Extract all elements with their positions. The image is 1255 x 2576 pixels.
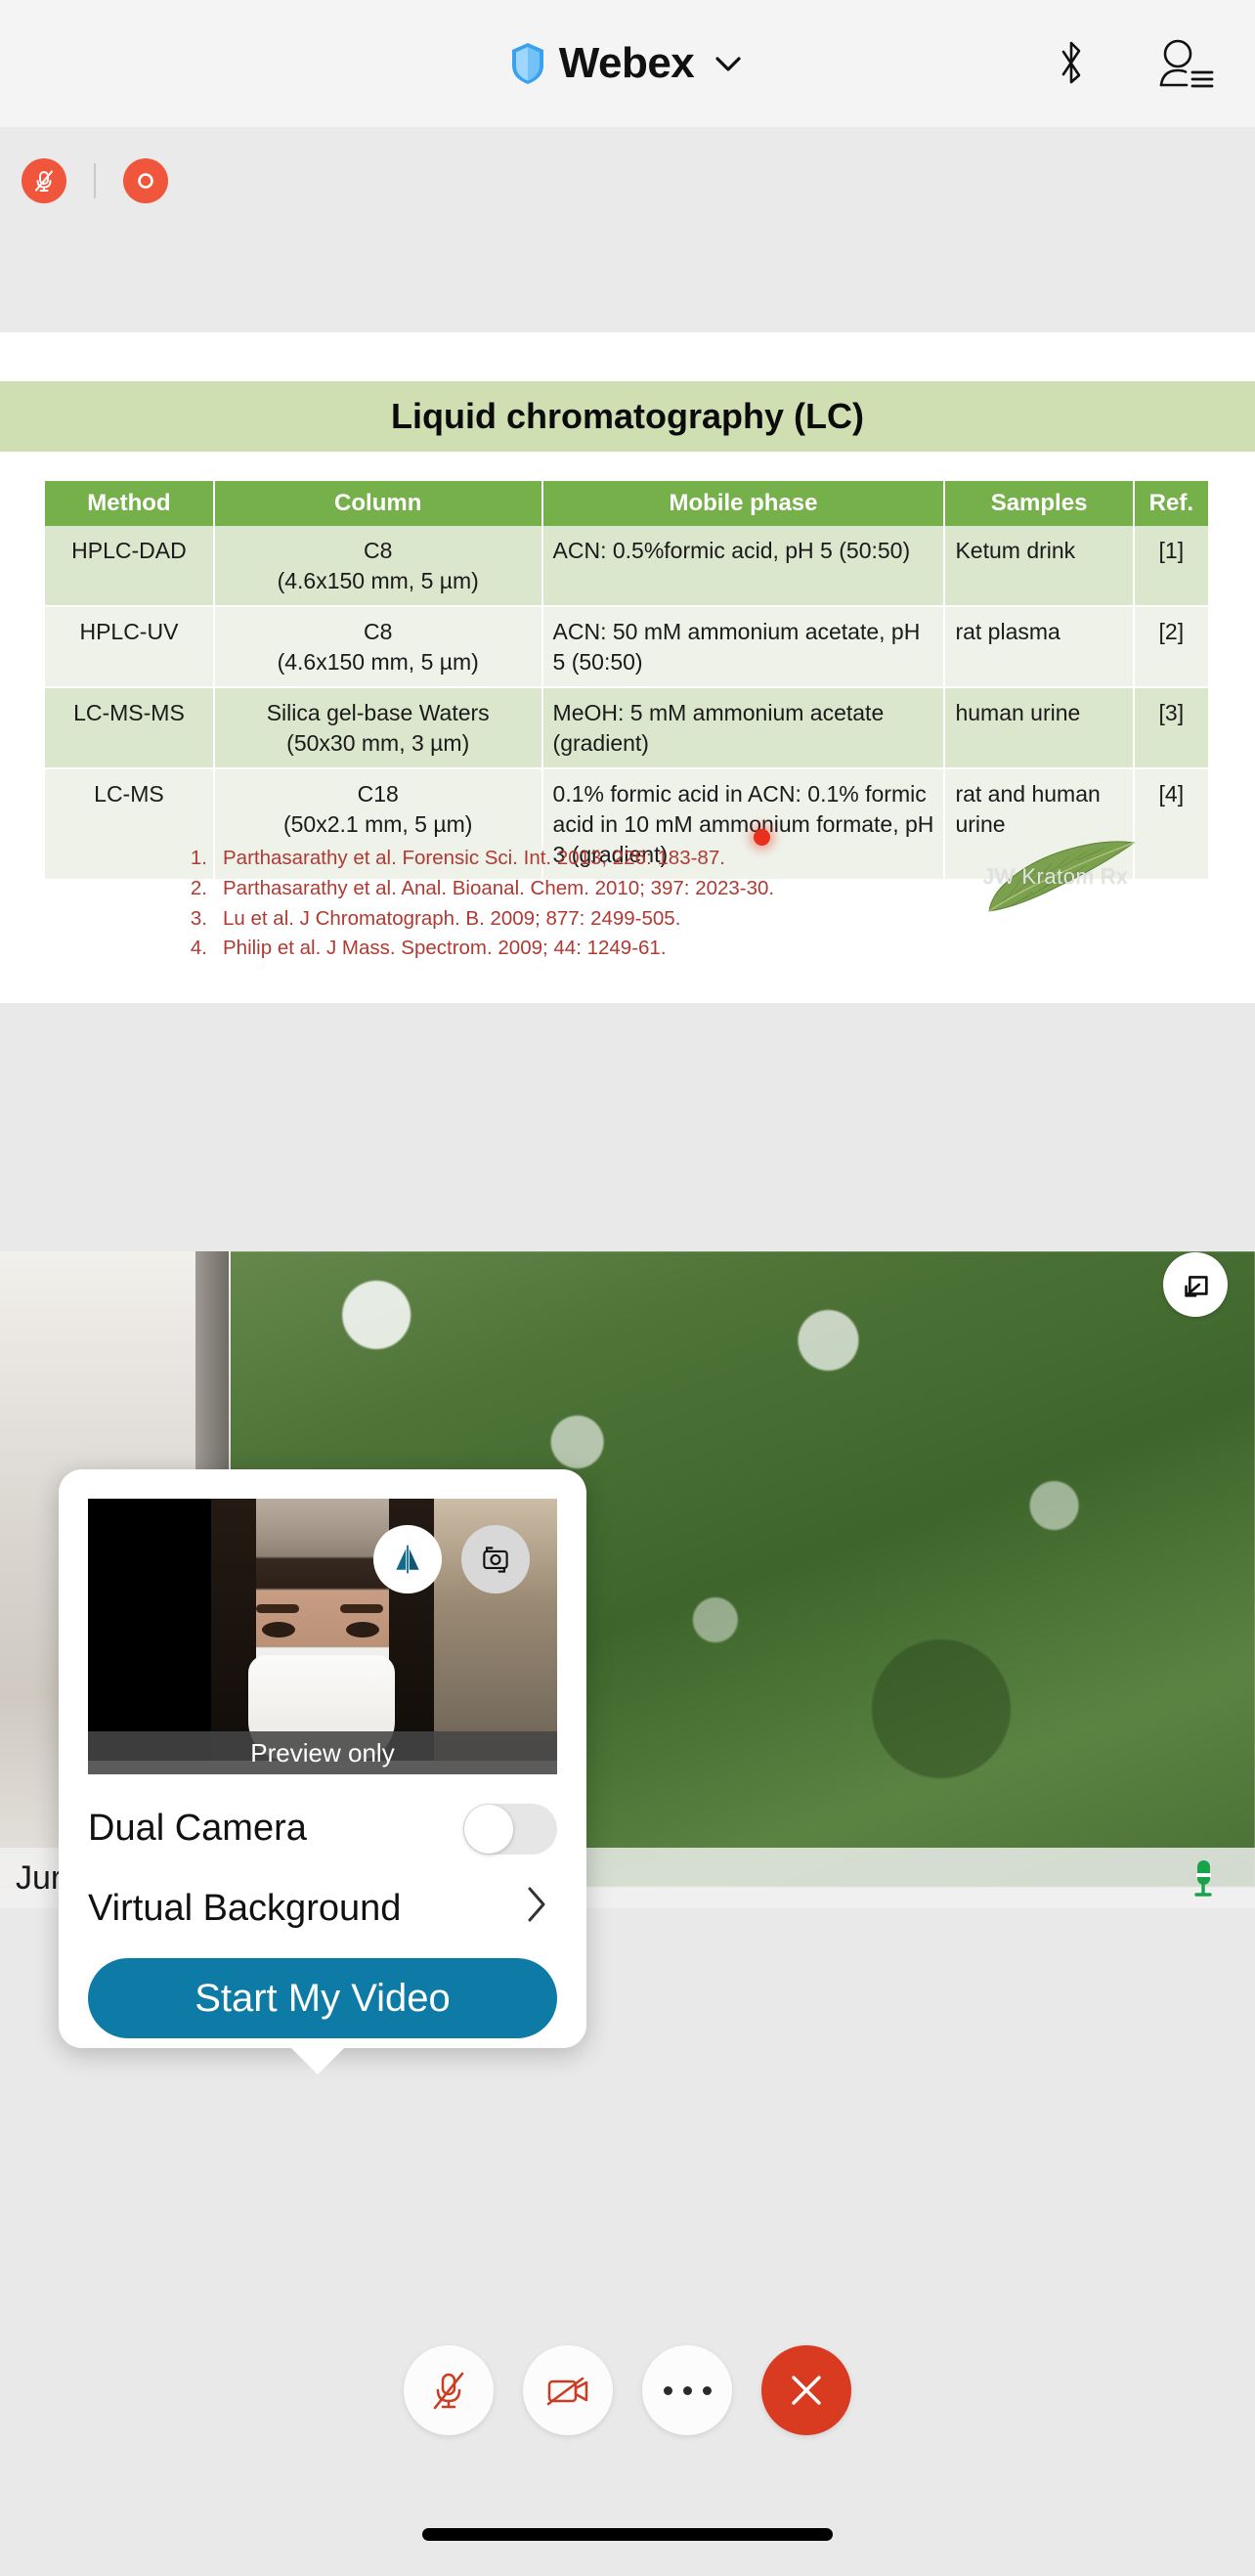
microphone-active-icon	[1189, 1857, 1218, 1905]
col-header-samples: Samples	[944, 481, 1135, 526]
list-item: 2. Parthasarathy et al. Anal. Bioanal. C…	[184, 874, 829, 904]
participants-icon[interactable]	[1155, 38, 1216, 89]
kratom-leaf-logo: JW Kratom Rx	[977, 839, 1144, 915]
cell-ref: [2]	[1133, 606, 1208, 689]
list-item: 4. Philip et al. J Mass. Spectrom. 2009;…	[184, 934, 829, 964]
col-header-column: Column	[213, 481, 543, 526]
lc-methods-table: Method Column Mobile phase Samples Ref. …	[45, 481, 1208, 882]
switch-camera-icon[interactable]	[461, 1525, 530, 1594]
bluetooth-icon[interactable]	[1052, 35, 1091, 92]
top-bar: Webex	[0, 0, 1255, 127]
col-header-mobile-phase: Mobile phase	[541, 481, 946, 526]
reference-number: 1.	[190, 847, 207, 869]
preview-eye-right	[346, 1622, 379, 1637]
table-row: HPLC-UV C8 (4.6x150 mm, 5 µm) ACN: 50 mM…	[45, 606, 1208, 689]
cell-column: C8 (4.6x150 mm, 5 µm)	[213, 526, 543, 608]
mic-button[interactable]	[404, 2345, 494, 2435]
home-indicator[interactable]	[422, 2528, 833, 2541]
dual-camera-label: Dual Camera	[88, 1807, 307, 1849]
app-screen: Webex Liquid chromatography (LC) Method …	[0, 0, 1255, 2576]
cell-samples: human urine	[944, 687, 1135, 770]
cell-ref: [3]	[1133, 687, 1208, 770]
flip-camera-horizontal-icon[interactable]	[373, 1525, 442, 1594]
chevron-down-icon[interactable]	[712, 47, 745, 80]
dot	[702, 2385, 712, 2395]
preview-only-label: Preview only	[88, 1731, 557, 1774]
shared-slide: Liquid chromatography (LC) Method Column…	[0, 332, 1255, 1003]
reference-number: 2.	[190, 876, 207, 899]
slide-title: Liquid chromatography (LC)	[391, 396, 864, 436]
badge-divider	[94, 163, 96, 198]
table-row: LC-MS-MS Silica gel-base Waters (50x30 m…	[45, 687, 1208, 770]
cell-mobile-phase: MeOH: 5 mM ammonium acetate (gradient)	[541, 687, 946, 770]
table-header-row: Method Column Mobile phase Samples Ref.	[45, 481, 1208, 526]
virtual-background-label: Virtual Background	[88, 1887, 402, 1929]
col-header-ref: Ref.	[1133, 481, 1208, 526]
dual-camera-row[interactable]: Dual Camera	[88, 1786, 557, 1870]
col-header-method: Method	[45, 481, 215, 526]
recording-badge[interactable]	[123, 158, 168, 203]
cell-samples: rat plasma	[944, 606, 1135, 689]
leave-button[interactable]	[761, 2345, 851, 2435]
references-list: 1. Parthasarathy et al. Forensic Sci. In…	[184, 844, 829, 964]
video-options-popup: Preview only Dual Camera Virtual Backgro…	[59, 1469, 586, 2048]
list-item: 3. Lu et al. J Chromatograph. B. 2009; 8…	[184, 904, 829, 935]
cell-mobile-phase: ACN: 50 mM ammonium acetate, pH 5 (50:50…	[541, 606, 946, 689]
more-button[interactable]	[642, 2345, 732, 2435]
camera-preview	[88, 1499, 557, 1761]
cell-method: LC-MS-MS	[45, 687, 215, 770]
close-x-icon	[792, 2376, 821, 2405]
status-strip	[0, 127, 1255, 332]
status-badge-group	[22, 158, 168, 203]
meeting-control-bar	[0, 2278, 1255, 2503]
start-my-video-button[interactable]: Start My Video	[88, 1958, 557, 2038]
cell-method: HPLC-DAD	[45, 526, 215, 608]
cell-method: HPLC-UV	[45, 606, 215, 689]
popup-pointer-tail	[290, 2047, 345, 2074]
dot	[682, 2385, 692, 2395]
top-bar-actions	[1052, 0, 1216, 127]
video-button[interactable]	[523, 2345, 613, 2435]
app-title: Webex	[558, 39, 695, 87]
list-item: 1. Parthasarathy et al. Forensic Sci. In…	[184, 844, 829, 874]
cell-samples: Ketum drink	[944, 526, 1135, 608]
reference-text: Parthasarathy et al. Forensic Sci. Int. …	[223, 847, 725, 869]
reference-text: Parthasarathy et al. Anal. Bioanal. Chem…	[223, 876, 775, 899]
reference-text: Philip et al. J Mass. Spectrom. 2009; 44…	[223, 937, 667, 960]
table-body: HPLC-DAD C8 (4.6x150 mm, 5 µm) ACN: 0.5%…	[45, 526, 1208, 882]
expand-video-button[interactable]	[1163, 1252, 1228, 1317]
preview-eye-left	[262, 1622, 295, 1637]
logo-watermark-text: JW Kratom Rx	[983, 864, 1128, 889]
dual-camera-toggle[interactable]	[463, 1804, 557, 1855]
cell-ref: [1]	[1133, 526, 1208, 608]
shield-icon	[510, 42, 545, 85]
mic-muted-badge[interactable]	[22, 158, 66, 203]
cell-mobile-phase: ACN: 0.5%formic acid, pH 5 (50:50)	[541, 526, 946, 608]
table-row: HPLC-DAD C8 (4.6x150 mm, 5 µm) ACN: 0.5%…	[45, 526, 1208, 608]
reference-number: 4.	[190, 937, 207, 960]
reference-text: Lu et al. J Chromatograph. B. 2009; 877:…	[223, 906, 681, 930]
cell-column: C8 (4.6x150 mm, 5 µm)	[213, 606, 543, 689]
dot	[663, 2385, 672, 2395]
reference-number: 3.	[190, 906, 207, 930]
virtual-background-row[interactable]: Virtual Background	[88, 1866, 557, 1950]
toggle-knob	[464, 1805, 513, 1854]
cell-column: Silica gel-base Waters (50x30 mm, 3 µm)	[213, 687, 543, 770]
preview-brow-right	[340, 1604, 383, 1613]
chevron-right-icon[interactable]	[526, 1884, 547, 1925]
preview-brow-left	[256, 1604, 299, 1613]
content-gap	[0, 1003, 1255, 1251]
slide-title-bar: Liquid chromatography (LC)	[0, 381, 1255, 452]
more-options-icon	[663, 2385, 712, 2395]
